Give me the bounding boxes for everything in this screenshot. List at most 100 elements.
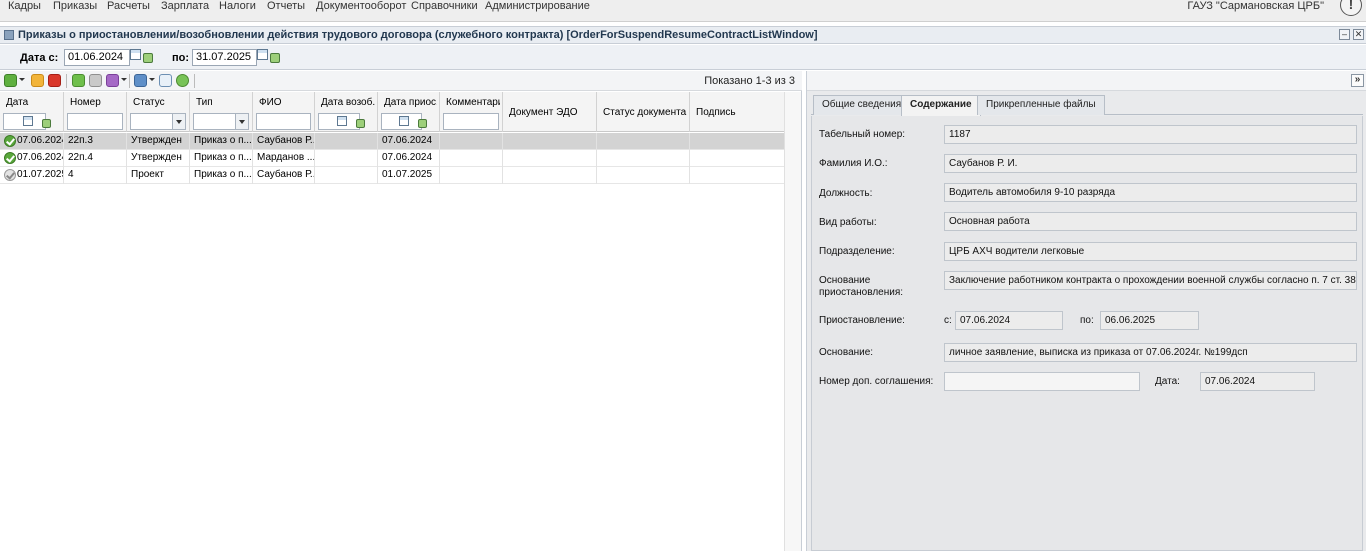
clear-date-icon[interactable]: [418, 119, 427, 128]
fio-filter-input[interactable]: [256, 113, 311, 130]
cell-edo-document: [503, 150, 597, 167]
cell-type: Приказ о п...: [190, 167, 253, 184]
toolbar-separator: [129, 74, 130, 88]
column-header-resume-date[interactable]: Дата возоб...: [315, 92, 378, 132]
calendar-icon[interactable]: [337, 116, 347, 126]
department-label: Подразделение:: [819, 246, 895, 257]
fio-field[interactable]: Саубанов Р. И.: [944, 154, 1357, 173]
suspension-from-label: с:: [944, 315, 952, 326]
suspend-basis-label-line2: приостановления:: [819, 287, 904, 298]
cell-status: Утвержден: [127, 133, 190, 150]
menu-nalogi[interactable]: Налоги: [219, 0, 256, 13]
table-row[interactable]: 07.06.2024 22п.3 Утвержден Приказ о п...…: [0, 133, 784, 150]
tabel-number-field[interactable]: 1187: [944, 125, 1357, 144]
draft-status-icon: [4, 169, 16, 181]
suspension-from-field[interactable]: 07.06.2024: [955, 311, 1063, 330]
chevron-down-icon[interactable]: [121, 78, 127, 81]
column-label: Тип: [196, 97, 213, 108]
print-icon[interactable]: [134, 74, 147, 87]
fio-label: Фамилия И.О.:: [819, 158, 888, 169]
status-icon[interactable]: [106, 74, 119, 87]
cell-signature: [690, 150, 784, 167]
suspend-basis-field[interactable]: Заключение работником контракта о прохож…: [944, 271, 1357, 290]
menu-otchety[interactable]: Отчеты: [267, 0, 305, 13]
menu-kadry[interactable]: Кадры: [8, 0, 41, 13]
grid-header: Дата Номер Статус Тип ФИО Дата возоб... …: [0, 92, 784, 132]
chevron-down-icon[interactable]: [172, 114, 185, 129]
cell-type: Приказ о п...: [190, 133, 253, 150]
menu-prikazy[interactable]: Приказы: [53, 0, 97, 13]
tabel-number-label: Табельный номер:: [819, 129, 906, 140]
basis-field[interactable]: личное заявление, выписка из приказа от …: [944, 343, 1357, 362]
chevron-down-icon[interactable]: [19, 78, 25, 81]
column-header-suspend-date[interactable]: Дата приос...: [378, 92, 440, 132]
chevron-down-icon[interactable]: [149, 78, 155, 81]
column-header-comment[interactable]: Комментарий: [440, 92, 503, 132]
organization-name[interactable]: ГАУЗ "Сармановская ЦРБ": [1187, 0, 1324, 13]
column-label: ФИО: [259, 97, 282, 108]
clear-date-icon[interactable]: [42, 119, 51, 128]
window-icon: [4, 30, 14, 40]
type-filter-select[interactable]: [193, 113, 249, 130]
menu-administrirovanie[interactable]: Администрирование: [485, 0, 590, 13]
column-header-fio[interactable]: ФИО: [253, 92, 315, 132]
comment-filter-input[interactable]: [443, 113, 499, 130]
close-button[interactable]: ✕: [1353, 29, 1364, 40]
approve-icon[interactable]: [72, 74, 85, 87]
agreement-number-field[interactable]: [944, 372, 1140, 391]
add-icon[interactable]: [4, 74, 17, 87]
department-field[interactable]: ЦРБ АХЧ водители легковые: [944, 242, 1357, 261]
cell-resume-date: [315, 150, 378, 167]
column-header-signature[interactable]: Подпись: [690, 92, 784, 132]
clear-date-icon[interactable]: [270, 53, 280, 63]
cell-number: 22п.3: [64, 133, 127, 150]
refresh-icon[interactable]: [176, 74, 189, 87]
tab-general[interactable]: Общие сведения: [813, 95, 911, 115]
suspension-to-field[interactable]: 06.06.2025: [1100, 311, 1199, 330]
clear-date-icon[interactable]: [143, 53, 153, 63]
details-panel: » Общие сведения Содержание Прикрепленны…: [806, 71, 1366, 551]
alert-icon[interactable]: !: [1340, 0, 1362, 16]
cell-edo-document: [503, 133, 597, 150]
date-from-input[interactable]: 01.06.2024: [64, 49, 130, 66]
delete-icon[interactable]: [48, 74, 61, 87]
cell-suspend-date: 01.07.2025: [378, 167, 440, 184]
edit-icon[interactable]: [31, 74, 44, 87]
chevron-down-icon[interactable]: [235, 114, 248, 129]
table-row[interactable]: 07.06.2024 22п.4 Утвержден Приказ о п...…: [0, 150, 784, 167]
resume-date-filter-input[interactable]: [318, 113, 365, 130]
column-header-number[interactable]: Номер: [64, 92, 127, 132]
collapse-panel-icon[interactable]: »: [1351, 74, 1364, 87]
tab-content[interactable]: Содержание: [901, 95, 981, 116]
tab-attached-files[interactable]: Прикрепленные файлы: [977, 95, 1105, 115]
mail-icon[interactable]: [89, 74, 102, 87]
menu-raschety[interactable]: Расчеты: [107, 0, 150, 13]
suspend-date-filter-input[interactable]: [381, 113, 427, 130]
agreement-date-field[interactable]: 07.06.2024: [1200, 372, 1315, 391]
export-icon[interactable]: [159, 74, 172, 87]
table-row[interactable]: 01.07.2025 4 Проект Приказ о п... Саубан…: [0, 167, 784, 184]
work-type-field[interactable]: Основная работа: [944, 212, 1357, 231]
column-header-status[interactable]: Статус: [127, 92, 190, 132]
menu-zarplata[interactable]: Зарплата: [161, 0, 209, 13]
calendar-icon[interactable]: [23, 116, 33, 126]
calendar-icon[interactable]: [130, 49, 141, 60]
minimize-button[interactable]: ‒: [1339, 29, 1350, 40]
menu-spravochniki[interactable]: Справочники: [411, 0, 478, 13]
grid-scrollbar[interactable]: [784, 92, 801, 551]
column-header-document-status[interactable]: Статус документа ...: [597, 92, 690, 132]
cell-status: Проект: [127, 167, 190, 184]
window-title: Приказы о приостановлении/возобновлении …: [18, 29, 818, 41]
column-header-date[interactable]: Дата: [0, 92, 64, 132]
date-to-input[interactable]: 31.07.2025: [192, 49, 257, 66]
calendar-icon[interactable]: [257, 49, 268, 60]
position-field[interactable]: Водитель автомобиля 9-10 разряда: [944, 183, 1357, 202]
menu-dokumentooborot[interactable]: Документооборот: [316, 0, 406, 13]
clear-date-icon[interactable]: [356, 119, 365, 128]
column-header-type[interactable]: Тип: [190, 92, 253, 132]
number-filter-input[interactable]: [67, 113, 123, 130]
calendar-icon[interactable]: [399, 116, 409, 126]
column-header-edo-document[interactable]: Документ ЭДО: [503, 92, 597, 132]
date-filter-input[interactable]: [3, 113, 51, 130]
status-filter-select[interactable]: [130, 113, 186, 130]
